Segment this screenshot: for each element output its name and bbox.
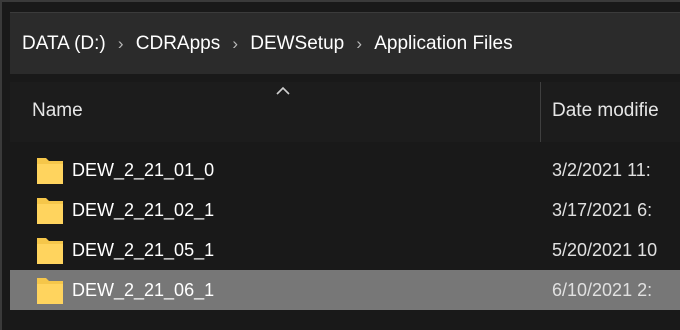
folder-icon [37, 278, 63, 304]
column-header-bar: Name Date modifie [10, 82, 680, 142]
breadcrumb-item-cdrapps[interactable]: CDRApps [136, 33, 220, 55]
column-divider[interactable] [540, 82, 541, 142]
breadcrumb[interactable]: DATA (D:) › CDRApps › DEWSetup › Applica… [10, 12, 680, 74]
breadcrumb-item-dewsetup[interactable]: DEWSetup [250, 33, 344, 55]
file-row[interactable]: DEW_2_21_02_1 3/17/2021 6: [10, 190, 680, 230]
file-date-modified: 5/20/2021 10 [552, 240, 658, 260]
breadcrumb-separator-icon[interactable]: › [220, 34, 250, 54]
file-row[interactable]: DEW_2_21_05_1 5/20/2021 10 [10, 230, 680, 270]
column-header-name[interactable]: Name [32, 100, 83, 122]
folder-icon [37, 158, 63, 184]
chevron-up-icon [276, 86, 290, 95]
file-explorer-window: DATA (D:) › CDRApps › DEWSetup › Applica… [0, 0, 680, 330]
file-date-modified: 6/10/2021 2: [552, 280, 653, 300]
breadcrumb-item-application-files[interactable]: Application Files [374, 33, 512, 55]
column-header-date-modified[interactable]: Date modifie [552, 100, 659, 122]
file-name: DEW_2_21_01_0 [72, 160, 215, 180]
breadcrumb-separator-icon[interactable]: › [106, 34, 136, 54]
folder-icon [37, 198, 63, 224]
folder-icon [37, 238, 63, 264]
breadcrumb-separator-icon[interactable]: › [344, 34, 374, 54]
file-date-modified: 3/2/2021 11: [552, 160, 651, 180]
file-name: DEW_2_21_05_1 [72, 240, 215, 260]
breadcrumb-item-data-drive[interactable]: DATA (D:) [22, 33, 106, 55]
file-date-modified: 3/17/2021 6: [552, 200, 653, 220]
file-name: DEW_2_21_02_1 [72, 200, 215, 220]
file-name: DEW_2_21_06_1 [72, 280, 215, 300]
file-list: DEW_2_21_01_0 3/2/2021 11: DEW_2_21_02_1… [10, 150, 680, 310]
file-row[interactable]: DEW_2_21_01_0 3/2/2021 11: [10, 150, 680, 190]
file-row-selected[interactable]: DEW_2_21_06_1 6/10/2021 2: [10, 270, 680, 310]
